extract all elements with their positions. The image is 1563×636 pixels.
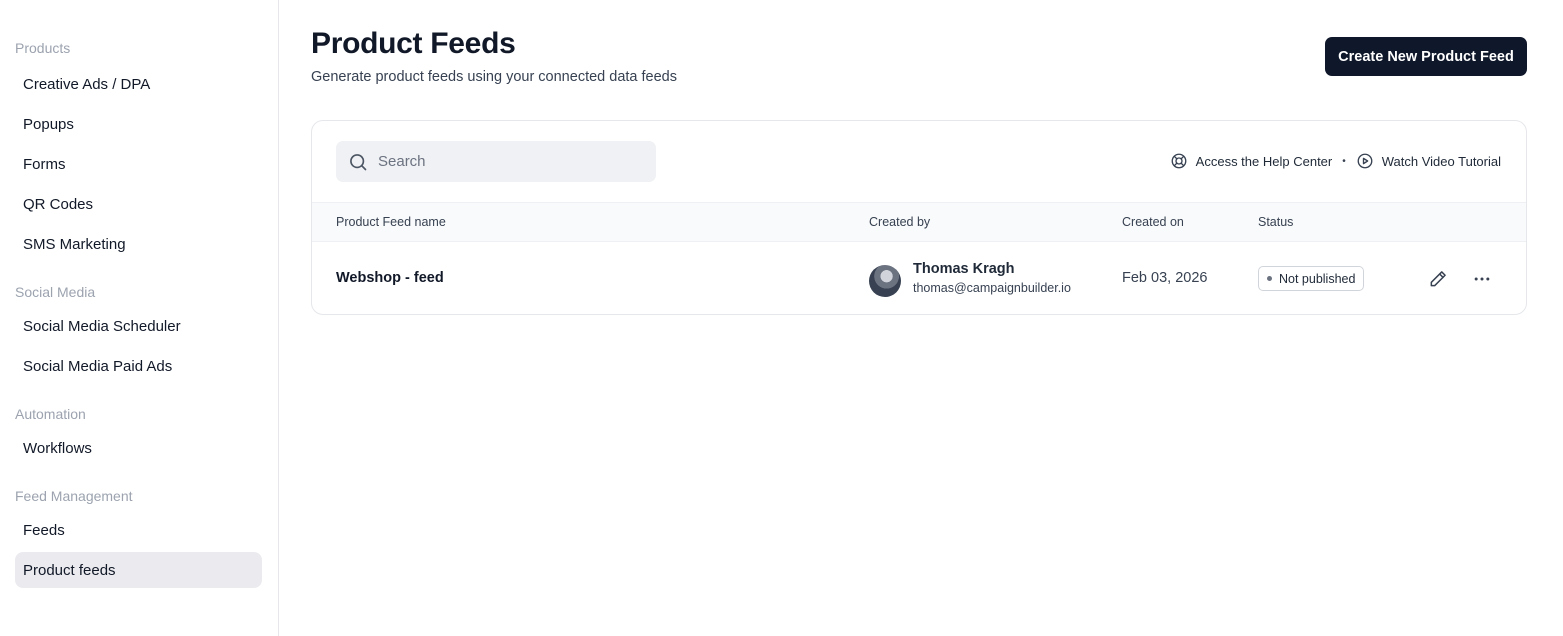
status-label: Not published bbox=[1279, 271, 1356, 286]
column-header-created-on[interactable]: Created on bbox=[1122, 215, 1184, 229]
search-icon bbox=[350, 153, 367, 170]
sidebar-item-forms[interactable]: Forms bbox=[15, 146, 262, 182]
sidebar-item-label: Social Media Paid Ads bbox=[23, 357, 173, 375]
product-feeds-card: Access the Help Center • Watch Video Tut… bbox=[311, 120, 1527, 315]
more-actions-button[interactable] bbox=[1469, 266, 1495, 292]
sidebar-item-label: Feeds bbox=[23, 521, 65, 539]
sidebar-section-automation: Automation bbox=[15, 406, 86, 422]
more-horizontal-icon bbox=[1474, 277, 1490, 281]
edit-button[interactable] bbox=[1425, 266, 1451, 292]
sidebar-item-popups[interactable]: Popups bbox=[15, 106, 262, 142]
sidebar-section-feed-management: Feed Management bbox=[15, 488, 133, 504]
status-badge: Not published bbox=[1258, 266, 1365, 291]
sidebar-item-label: Social Media Scheduler bbox=[23, 317, 181, 335]
table-header: Product Feed name Created by Created on … bbox=[312, 202, 1526, 242]
sidebar-section-social-media: Social Media bbox=[15, 284, 96, 300]
sidebar-item-social-media-paid-ads[interactable]: Social Media Paid Ads bbox=[15, 348, 262, 384]
feed-name[interactable]: Webshop - feed bbox=[336, 270, 444, 286]
sidebar-item-product-feeds[interactable]: Product feeds bbox=[15, 552, 262, 588]
video-tutorial-label: Watch Video Tutorial bbox=[1381, 153, 1501, 169]
lifebuoy-icon bbox=[1171, 153, 1187, 169]
created-on: Feb 03, 2026 bbox=[1122, 270, 1208, 286]
help-center-link[interactable]: Access the Help Center bbox=[1170, 152, 1333, 170]
sidebar-item-creative-ads[interactable]: Creative Ads / DPA bbox=[15, 66, 262, 102]
table-row[interactable]: Webshop - feed Thomas Kragh thomas@campa… bbox=[312, 242, 1526, 314]
avatar bbox=[869, 265, 901, 297]
play-circle-icon bbox=[1357, 153, 1373, 169]
sidebar: Products Creative Ads / DPA Popups Forms… bbox=[0, 0, 279, 636]
sidebar-item-qr-codes[interactable]: QR Codes bbox=[15, 186, 262, 222]
pencil-icon bbox=[1430, 271, 1446, 287]
sidebar-item-label: Creative Ads / DPA bbox=[23, 75, 151, 93]
sidebar-item-label: Product feeds bbox=[23, 561, 116, 579]
column-header-created-by[interactable]: Created by bbox=[869, 215, 930, 229]
status-dot bbox=[1267, 276, 1272, 281]
sidebar-item-feeds[interactable]: Feeds bbox=[15, 512, 262, 548]
sidebar-item-label: SMS Marketing bbox=[23, 235, 126, 253]
search-input[interactable] bbox=[378, 153, 638, 170]
sidebar-item-label: Popups bbox=[23, 115, 74, 133]
sidebar-item-label: QR Codes bbox=[23, 195, 94, 213]
sidebar-item-sms-marketing[interactable]: SMS Marketing bbox=[15, 226, 262, 262]
sidebar-item-workflows[interactable]: Workflows bbox=[15, 430, 262, 466]
column-header-name[interactable]: Product Feed name bbox=[336, 215, 446, 229]
sidebar-item-social-media-scheduler[interactable]: Social Media Scheduler bbox=[15, 308, 262, 344]
create-product-feed-button[interactable]: Create New Product Feed bbox=[1325, 37, 1527, 76]
page-title: Product Feeds bbox=[311, 27, 516, 60]
creator-name: Thomas Kragh bbox=[913, 261, 1015, 277]
help-links: Access the Help Center • Watch Video Tut… bbox=[1170, 152, 1501, 170]
search-box[interactable] bbox=[336, 141, 656, 182]
column-header-status[interactable]: Status bbox=[1258, 215, 1293, 229]
sidebar-item-label: Forms bbox=[23, 155, 66, 173]
creator-email: thomas@campaignbuilder.io bbox=[913, 281, 1071, 295]
page-subtitle: Generate product feeds using your connec… bbox=[311, 69, 677, 85]
sidebar-section-products: Products bbox=[15, 40, 71, 56]
help-separator: • bbox=[1342, 155, 1346, 167]
sidebar-item-label: Workflows bbox=[23, 439, 92, 457]
video-tutorial-link[interactable]: Watch Video Tutorial bbox=[1356, 152, 1501, 170]
help-center-label: Access the Help Center bbox=[1195, 153, 1333, 169]
